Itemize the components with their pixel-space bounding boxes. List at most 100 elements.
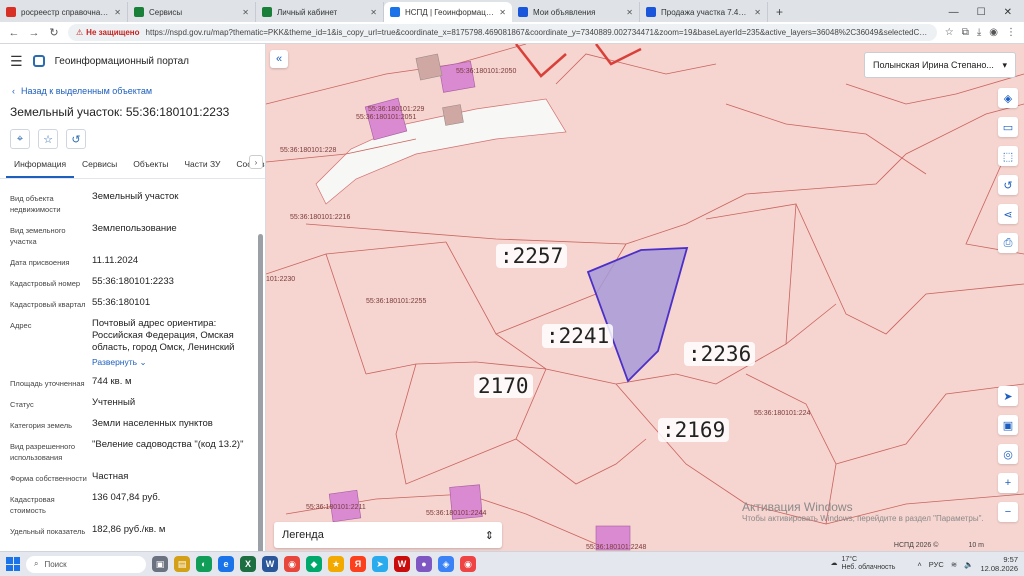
volume-icon[interactable]: 🔈 bbox=[964, 560, 973, 569]
app-icon[interactable]: ◐ bbox=[196, 556, 212, 572]
close-icon[interactable]: ✕ bbox=[370, 8, 377, 17]
app-icon[interactable]: ◆ bbox=[306, 556, 322, 572]
table-row: Вид разрешенного использования "Веление с… bbox=[10, 439, 244, 462]
minimap-button[interactable]: ▣ bbox=[998, 415, 1018, 435]
browser-tab-6[interactable]: Продажа участка 7.44сот. а/л✕ bbox=[640, 2, 768, 22]
maximize-icon[interactable]: ☐ bbox=[977, 7, 986, 18]
table-row: Кадастровый квартал 55:36:180101 bbox=[10, 297, 151, 309]
map-footer: НСПД 2026 © 10 m bbox=[894, 542, 984, 549]
scale-bar: 10 m bbox=[968, 542, 984, 549]
table-row: Удельный показатель 182,86 руб./кв. м bbox=[10, 524, 166, 536]
legend-panel[interactable]: Легенда ⇕ bbox=[274, 522, 502, 548]
browser-tab-5[interactable]: Мои объявления ✕ bbox=[512, 2, 640, 22]
favicon-icon bbox=[134, 7, 144, 17]
action-buttons: ⌖ ☆ ↺ bbox=[0, 119, 265, 149]
extensions-icon[interactable]: ⧉ bbox=[962, 27, 969, 38]
tab-information[interactable]: Информация bbox=[6, 159, 75, 178]
tab-services[interactable]: Сервисы bbox=[74, 159, 125, 178]
favorite-button[interactable]: ☆ bbox=[38, 129, 58, 149]
table-row: Кадастровый номер 55:36:180101:2233 bbox=[10, 276, 174, 288]
search-icon: ⌕ bbox=[34, 559, 39, 568]
star-icon[interactable]: ☆ bbox=[945, 27, 954, 38]
parcel-label: 55:36:180101:2248 bbox=[586, 544, 647, 551]
zoom-out-button[interactable]: − bbox=[998, 502, 1018, 522]
history-button[interactable]: ↺ bbox=[66, 129, 86, 149]
chevron-up-icon[interactable]: ˄ bbox=[917, 560, 921, 569]
layers-button[interactable]: ◈ bbox=[998, 88, 1018, 108]
word-icon[interactable]: W bbox=[262, 556, 278, 572]
ruler-icon: ▭ bbox=[1002, 121, 1014, 134]
favicon-icon bbox=[262, 7, 272, 17]
folder-icon[interactable]: ▤ bbox=[174, 556, 190, 572]
wifi-icon[interactable]: ≋ bbox=[951, 560, 957, 569]
measure-button[interactable]: ▭ bbox=[998, 117, 1018, 137]
back-to-selected-link[interactable]: ‹ Назад к выделенным объектам bbox=[0, 78, 265, 96]
url-input[interactable]: ⚠ Не защищено https://nspd.gov.ru/map?the… bbox=[68, 24, 937, 41]
reload-icon[interactable]: ↻ bbox=[48, 26, 60, 39]
close-icon[interactable]: ✕ bbox=[242, 8, 249, 17]
zoom-to-object-button[interactable]: ⌖ bbox=[10, 129, 30, 149]
weather-widget[interactable]: ☁ 17°C Неб. облачность bbox=[830, 556, 895, 572]
close-icon[interactable]: ✕ bbox=[626, 8, 633, 17]
windows-start-icon[interactable] bbox=[6, 557, 20, 571]
locate-button[interactable]: ➤ bbox=[998, 386, 1018, 406]
menu-icon[interactable]: ⋮ bbox=[1006, 27, 1016, 38]
browser-tab-1[interactable]: росреестр справочная инфо✕ bbox=[0, 2, 128, 22]
table-row: Адрес Почтовый адрес ориентира: Российска… bbox=[0, 318, 265, 368]
double-chevron-left-icon: « bbox=[275, 53, 283, 65]
hamburger-icon[interactable]: ☰ bbox=[10, 53, 23, 70]
browser-tab-3[interactable]: Личный кабинет ✕ bbox=[256, 2, 384, 22]
sidebar-scrollbar[interactable] bbox=[258, 234, 263, 551]
edge-icon[interactable]: e bbox=[218, 556, 234, 572]
forward-arrow-icon[interactable]: → bbox=[28, 27, 40, 39]
chevron-right-icon: › bbox=[254, 157, 258, 167]
tab-parts[interactable]: Части ЗУ bbox=[176, 159, 228, 178]
page-title: Земельный участок: 55:36:180101:2233 bbox=[10, 105, 230, 119]
parcel-number-label: :2257 bbox=[496, 244, 568, 268]
close-icon[interactable]: ✕ bbox=[114, 8, 121, 17]
excel-icon[interactable]: X bbox=[240, 556, 256, 572]
download-icon[interactable]: ⤓ bbox=[977, 27, 981, 38]
taskbar-search[interactable]: ⌕ Поиск bbox=[26, 555, 146, 573]
location-icon: ◎ bbox=[1003, 448, 1013, 461]
warning-icon: ⚠ bbox=[76, 28, 84, 37]
app-icon[interactable]: ★ bbox=[328, 556, 344, 572]
yandex-icon[interactable]: Я bbox=[350, 556, 366, 572]
chrome-icon[interactable]: ◉ bbox=[284, 556, 300, 572]
app-icon[interactable]: ● bbox=[416, 556, 432, 572]
app-icon[interactable]: ◈ bbox=[438, 556, 454, 572]
back-arrow-icon[interactable]: ← bbox=[8, 27, 20, 39]
parcel-label: 55:36:180101:2255 bbox=[366, 298, 427, 305]
language-indicator[interactable]: РУС bbox=[929, 560, 944, 569]
close-icon[interactable]: ✕ bbox=[499, 8, 506, 17]
minimize-icon[interactable]: — bbox=[949, 7, 959, 18]
share-button[interactable]: ⋖ bbox=[998, 204, 1018, 224]
print-button[interactable]: ⎙ bbox=[998, 233, 1018, 253]
selected-parcel[interactable] bbox=[586, 247, 689, 383]
insecure-badge[interactable]: ⚠ Не защищено bbox=[76, 28, 140, 37]
parcel-label: 55:36:180101:228 bbox=[280, 147, 337, 154]
tab-objects[interactable]: Объекты bbox=[125, 159, 176, 178]
favicon-icon bbox=[646, 7, 656, 17]
clock[interactable]: 9:57 12.08.2026 bbox=[980, 555, 1018, 573]
zoom-in-button[interactable]: + bbox=[998, 473, 1018, 493]
select-area-button[interactable]: ⬚ bbox=[998, 146, 1018, 166]
history-map-button[interactable]: ↺ bbox=[998, 175, 1018, 195]
tabs-scroll-right-button[interactable]: › bbox=[249, 155, 263, 169]
browser-tab-4[interactable]: НСПД | Геоинформационный✕ bbox=[384, 2, 512, 22]
geolocation-button[interactable]: ◎ bbox=[998, 444, 1018, 464]
browser-tab-2[interactable]: Сервисы ✕ bbox=[128, 2, 256, 22]
cadastral-map[interactable]: « Полынская Ирина Степано... ▾ ◈ ▭ ⬚ ↺ ⋖… bbox=[266, 44, 1024, 551]
wildberries-icon[interactable]: W bbox=[394, 556, 410, 572]
new-tab-button[interactable]: + bbox=[768, 2, 791, 22]
collapse-panel-button[interactable]: « bbox=[270, 50, 288, 68]
telegram-icon[interactable]: ➤ bbox=[372, 556, 388, 572]
app-icon[interactable]: ▣ bbox=[152, 556, 168, 572]
profile-icon[interactable]: ◉ bbox=[989, 27, 998, 38]
user-menu[interactable]: Полынская Ирина Степано... ▾ bbox=[864, 52, 1016, 78]
close-icon[interactable]: ✕ bbox=[754, 8, 761, 17]
close-window-icon[interactable]: ✕ bbox=[1004, 7, 1012, 18]
expand-link[interactable]: Развернуть ⌄ bbox=[92, 356, 255, 368]
app-icon[interactable]: ◉ bbox=[460, 556, 476, 572]
parcel-label: 55:36:180101:2051 bbox=[356, 114, 417, 121]
